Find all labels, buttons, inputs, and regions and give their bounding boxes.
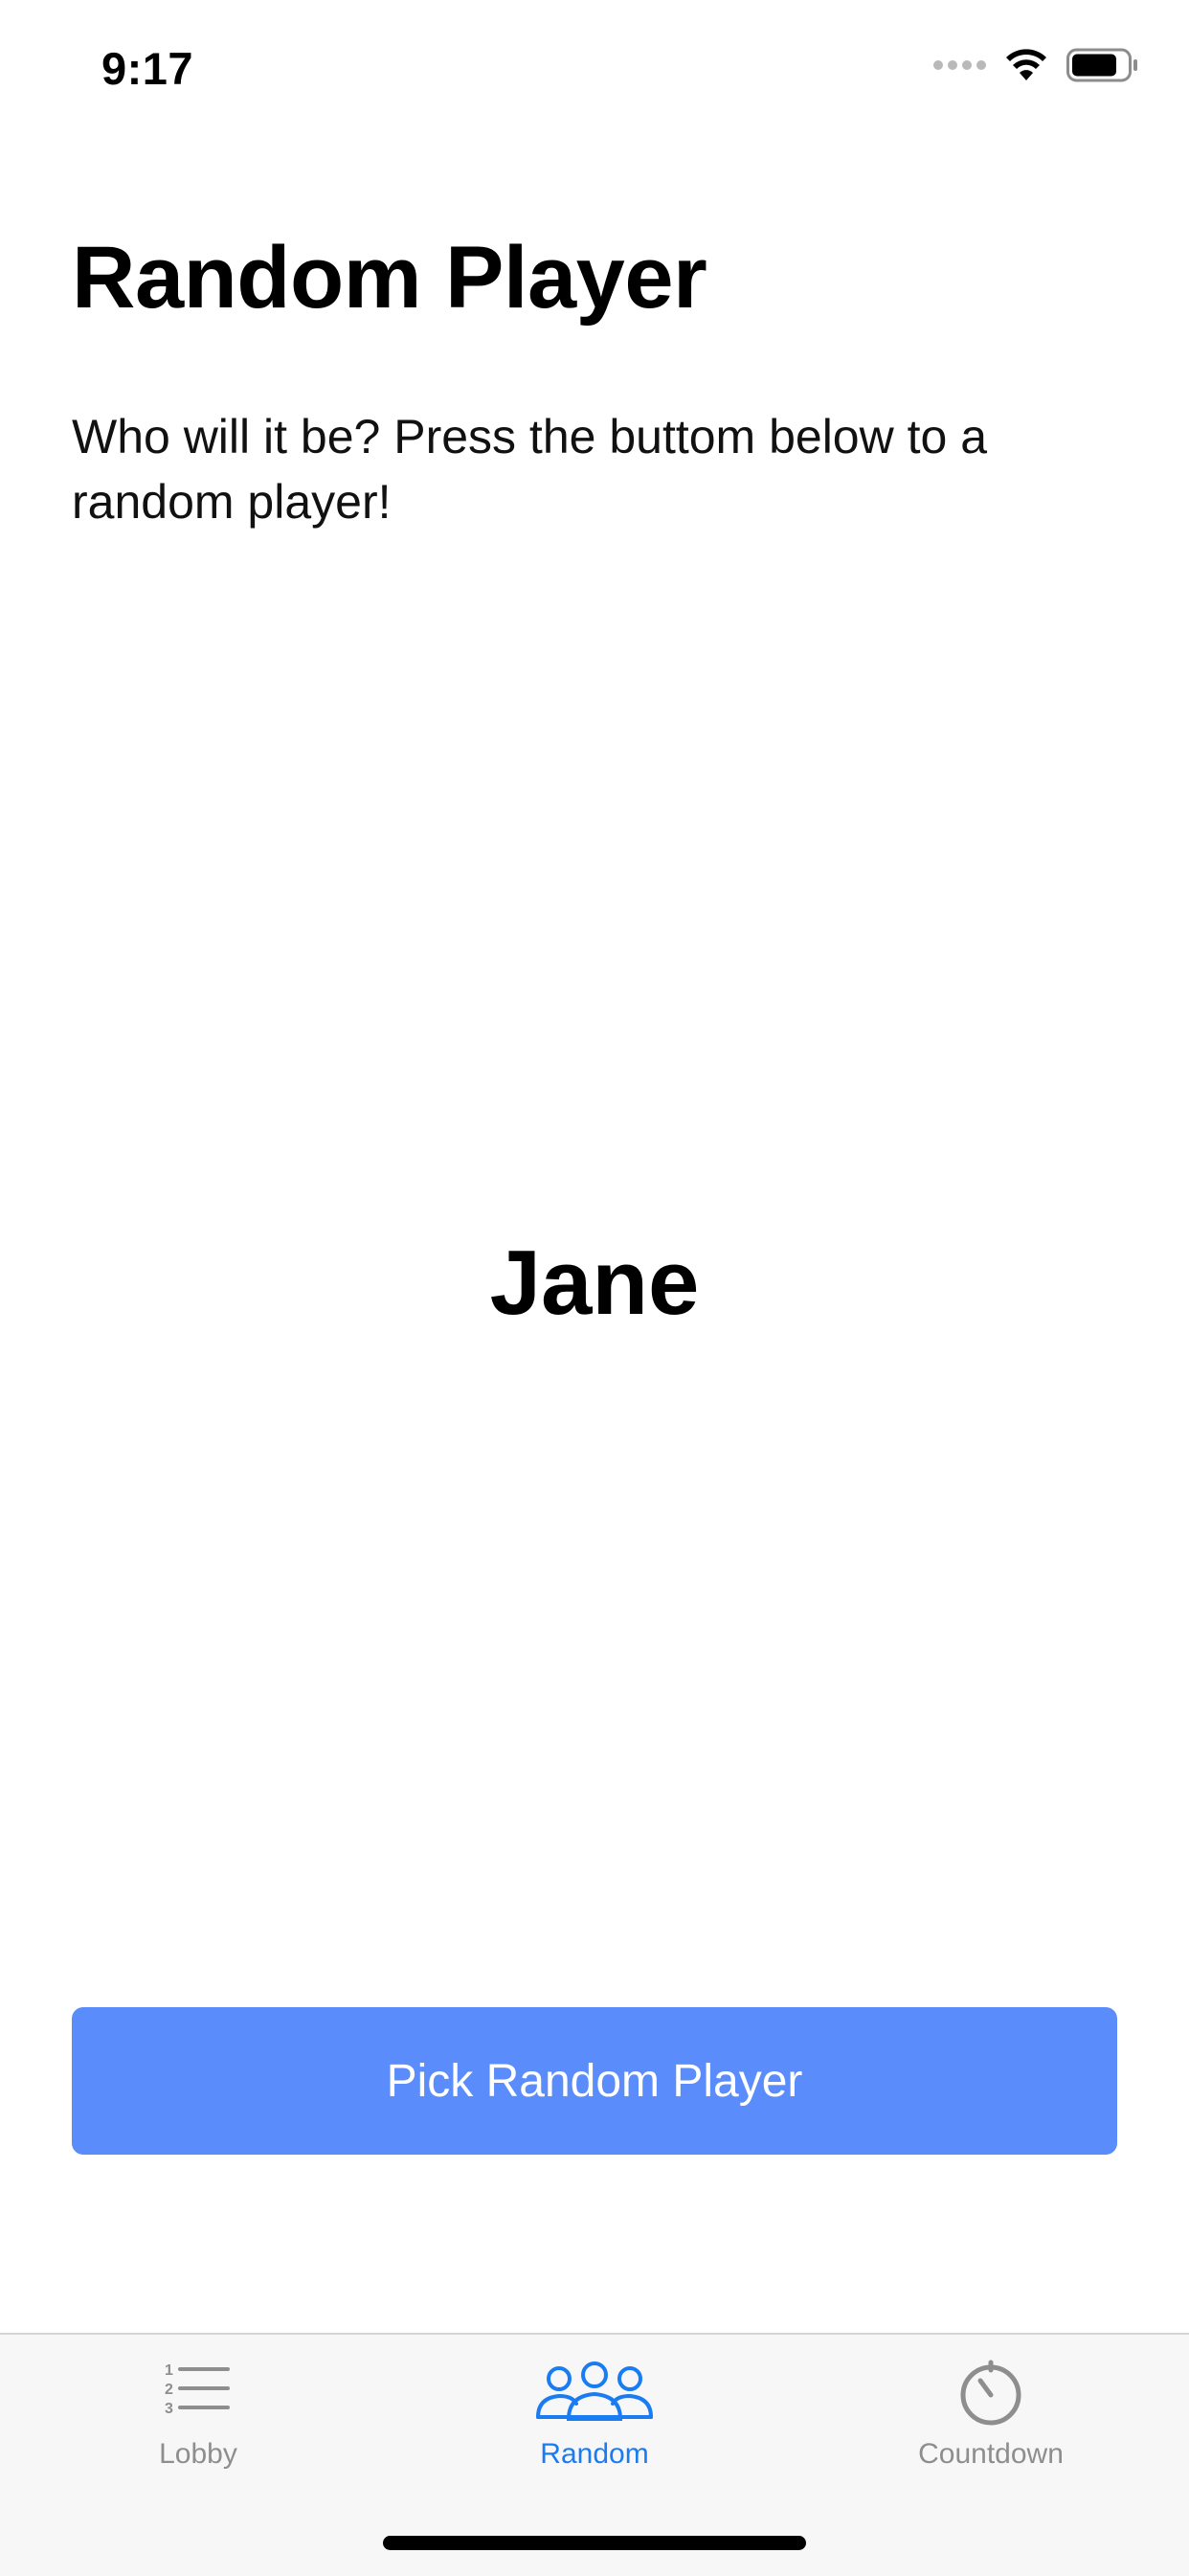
status-bar: 9:17 bbox=[0, 0, 1189, 134]
page-subtitle: Who will it be? Press the buttom below t… bbox=[72, 410, 988, 529]
wifi-icon bbox=[1006, 49, 1046, 80]
selected-player-name: Jane bbox=[489, 1232, 700, 1334]
people-group-icon bbox=[536, 2361, 653, 2421]
tab-label-countdown: Countdown bbox=[918, 2438, 1064, 2470]
status-time: 9:17 bbox=[101, 43, 194, 94]
tab-countdown[interactable]: Countdown bbox=[793, 2335, 1189, 2497]
tab-label-random: Random bbox=[540, 2438, 649, 2470]
svg-text:2: 2 bbox=[165, 2382, 173, 2398]
numbered-list-icon: 1 2 3 bbox=[165, 2362, 230, 2417]
tab-random[interactable]: Random bbox=[396, 2335, 793, 2497]
home-indicator[interactable] bbox=[383, 2536, 806, 2550]
timer-icon bbox=[960, 2360, 1021, 2426]
tab-lobby[interactable]: 1 2 3 Lobby bbox=[0, 2335, 396, 2497]
tab-label-lobby: Lobby bbox=[159, 2438, 237, 2470]
pick-random-player-button[interactable]: Pick Random Player bbox=[72, 2007, 1117, 2155]
tab-bar: 1 2 3 Lobby Random Countdown bbox=[0, 2333, 1189, 2576]
svg-text:3: 3 bbox=[165, 2401, 173, 2417]
status-indicators bbox=[933, 48, 1139, 82]
cellular-signal-icon bbox=[933, 60, 986, 70]
page-title: Random Player bbox=[72, 229, 707, 327]
svg-text:1: 1 bbox=[165, 2362, 173, 2379]
battery-icon bbox=[1066, 48, 1137, 82]
